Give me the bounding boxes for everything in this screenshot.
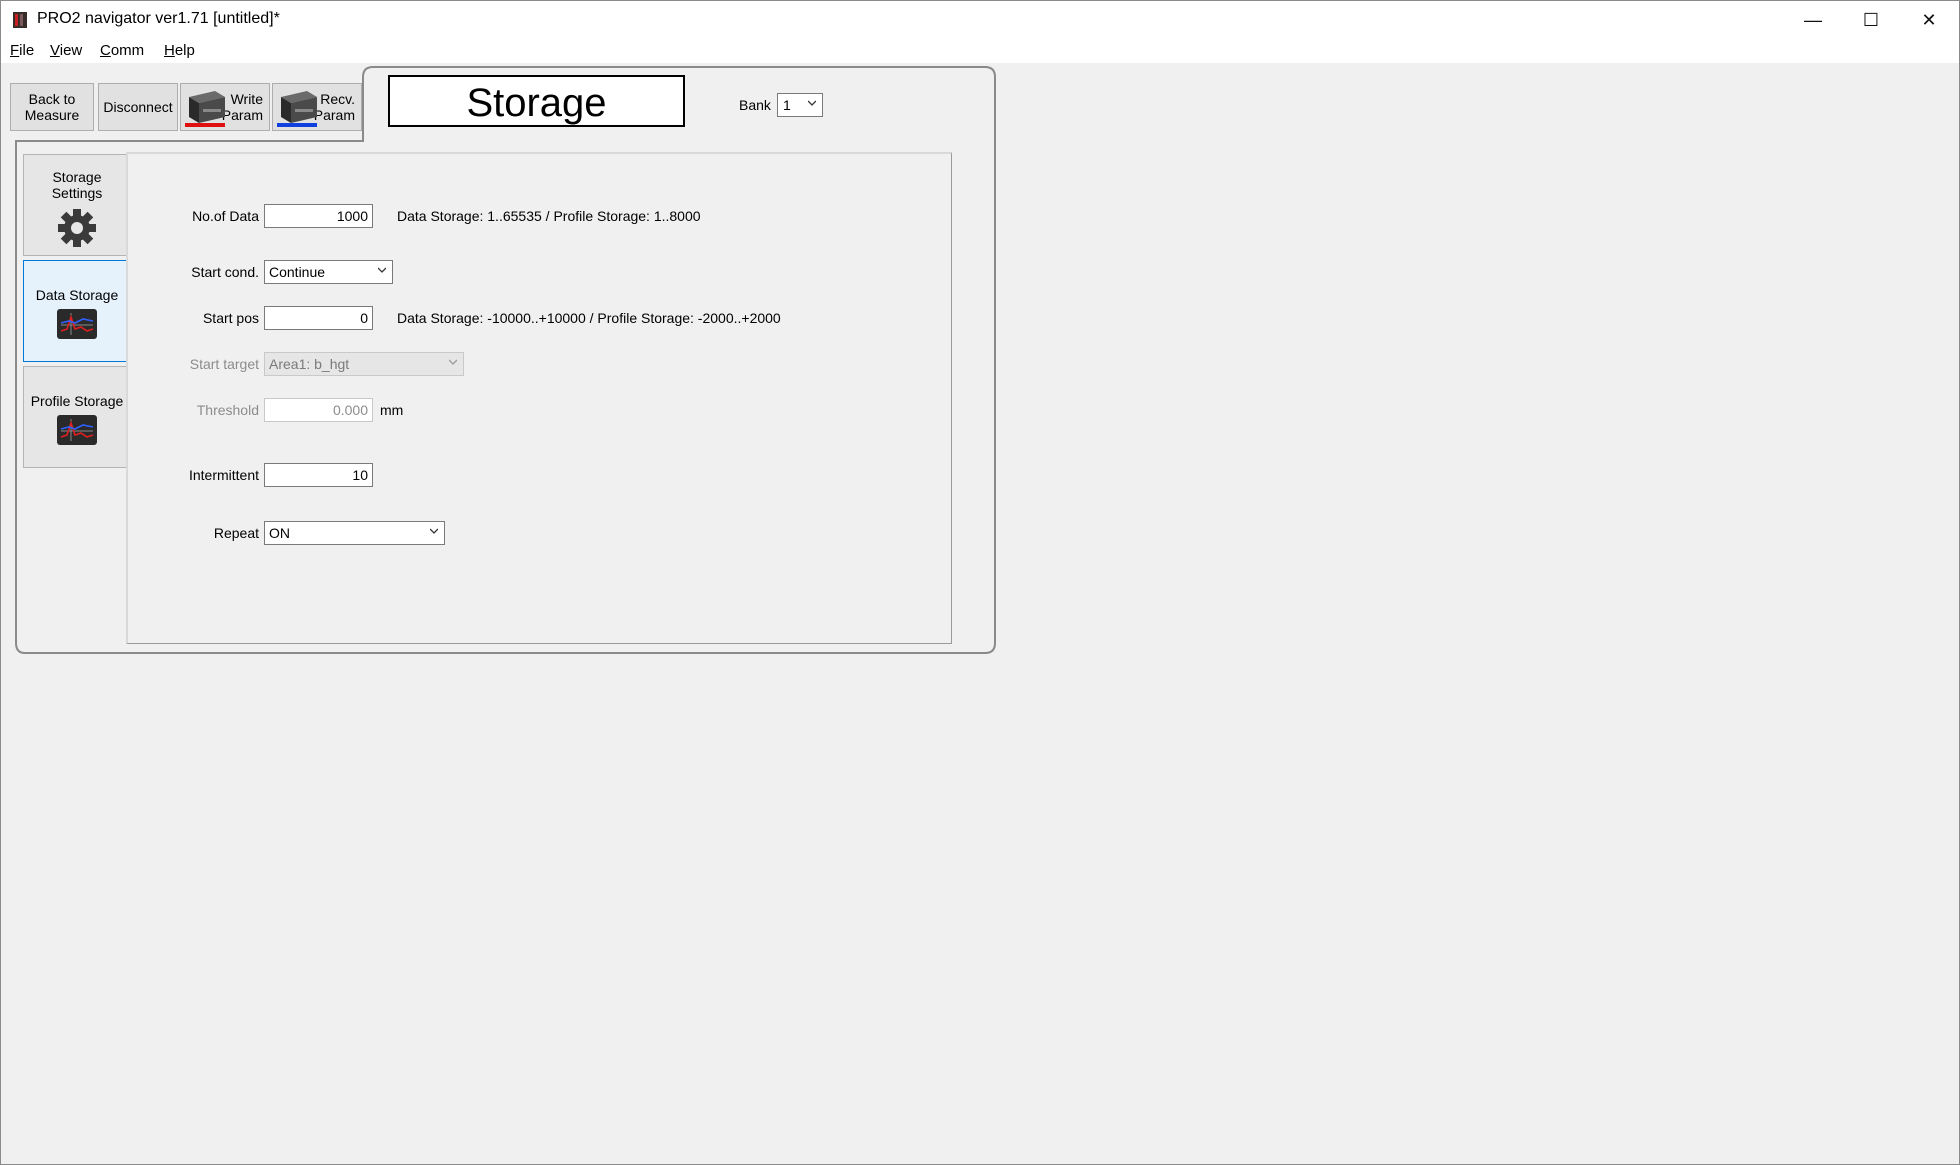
no-of-data-hint: Data Storage: 1..65535 / Profile Storage… [397, 208, 701, 224]
threshold-unit: mm [380, 402, 404, 418]
start-pos-hint: Data Storage: -10000..+10000 / Profile S… [397, 310, 781, 326]
disconnect-button[interactable]: Disconnect [98, 83, 178, 131]
maximize-button[interactable]: ☐ [1842, 1, 1900, 39]
chevron-down-icon [808, 100, 816, 106]
menu-comm[interactable]: Comm [100, 42, 144, 59]
start-target-value: Area1: b_hgt [269, 356, 350, 372]
repeat-label: Repeat [213, 525, 259, 541]
chevron-down-icon [449, 359, 457, 365]
tab-storage-settings-line2: Settings [51, 185, 103, 201]
settings-panel [126, 152, 952, 644]
waveform-icon [57, 415, 97, 445]
tab-storage-settings-line1: Storage [52, 169, 102, 185]
start-cond-select[interactable]: Continue [264, 260, 393, 284]
start-target-label: Start target [189, 356, 259, 372]
bank-label: Bank [739, 97, 771, 113]
chevron-down-icon [430, 528, 438, 534]
start-target-select[interactable]: Area1: b_hgt [264, 352, 464, 376]
app-window: PRO2 navigator ver1.71 [untitled]* — ☐ ✕… [0, 0, 1960, 1165]
write-line1: Write [230, 91, 263, 107]
write-line2: Param [221, 107, 263, 123]
chevron-down-icon [378, 267, 386, 273]
threshold-label: Threshold [196, 402, 259, 418]
close-button[interactable]: ✕ [1900, 1, 1958, 39]
tab-storage-settings[interactable]: Storage Settings [23, 154, 131, 256]
write-param-button[interactable]: Write Param [180, 83, 270, 131]
start-pos-input[interactable]: 0 [264, 306, 373, 330]
write-device-icon [185, 91, 225, 127]
waveform-icon [57, 309, 97, 339]
window-title: PRO2 navigator ver1.71 [untitled]* [37, 10, 280, 27]
no-of-data-input[interactable]: 1000 [264, 204, 373, 228]
menu-help[interactable]: Help [164, 42, 195, 59]
title-bar: PRO2 navigator ver1.71 [untitled]* — ☐ ✕ [1, 1, 1959, 39]
gear-icon [58, 209, 96, 247]
start-cond-label: Start cond. [191, 264, 259, 280]
tab-profile-storage[interactable]: Profile Storage [23, 366, 131, 468]
recv-line2: Param [313, 107, 355, 123]
recv-device-icon [277, 91, 317, 127]
tab-data-storage[interactable]: Data Storage [23, 260, 131, 362]
intermittent-label: Intermittent [188, 467, 259, 483]
bank-select[interactable]: 1 [777, 93, 823, 117]
minimize-button[interactable]: — [1784, 1, 1842, 39]
repeat-value: ON [269, 525, 290, 541]
menu-bar: File View Comm Help [1, 39, 1959, 63]
repeat-select[interactable]: ON [264, 521, 445, 545]
start-pos-label: Start pos [202, 310, 259, 326]
tab-data-storage-label: Data Storage [35, 287, 119, 303]
no-of-data-label: No.of Data [192, 208, 259, 224]
start-cond-value: Continue [269, 264, 326, 280]
disconnect-label: Disconnect [103, 99, 173, 115]
threshold-input[interactable]: 0.000 [264, 398, 373, 422]
app-icon [13, 12, 27, 28]
back-line1: Back to [28, 91, 76, 107]
back-line2: Measure [24, 107, 80, 123]
intermittent-input[interactable]: 10 [264, 463, 373, 487]
recv-param-button[interactable]: Recv. Param [272, 83, 362, 131]
menu-view[interactable]: View [50, 42, 82, 59]
page-title: Storage [388, 75, 685, 127]
menu-file[interactable]: File [10, 42, 34, 59]
tab-profile-storage-label: Profile Storage [30, 393, 124, 409]
bank-value: 1 [783, 97, 791, 113]
back-to-measure-button[interactable]: Back to Measure [10, 83, 94, 131]
recv-line1: Recv. [320, 91, 355, 107]
